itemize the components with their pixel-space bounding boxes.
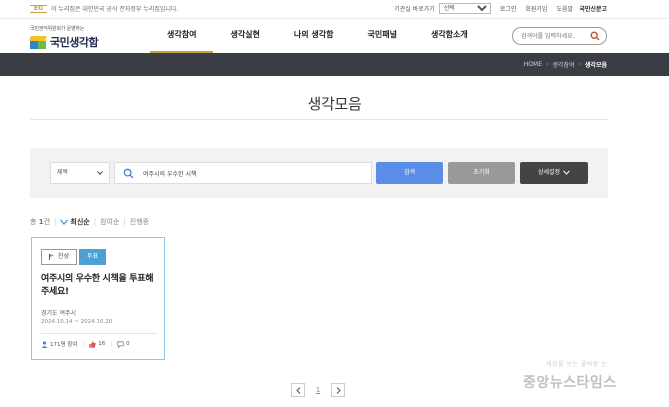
thumbs-up-icon <box>89 340 97 348</box>
keyword-field <box>114 162 372 184</box>
reset-button[interactable]: 초기화 <box>448 162 515 184</box>
search-icon <box>123 168 134 179</box>
search-type-select[interactable]: 제목 <box>50 162 110 184</box>
comment-icon <box>117 340 124 348</box>
keyword-input[interactable] <box>143 168 363 179</box>
nav-item-realize[interactable]: 생각실현 <box>213 19 276 53</box>
search-icon[interactable] <box>590 31 600 41</box>
person-icon <box>41 340 48 348</box>
detail-settings-button[interactable]: 상세설정 <box>520 162 588 184</box>
pagination: 1 <box>291 383 345 397</box>
card-divider <box>41 333 157 334</box>
title-divider <box>30 119 608 120</box>
search-type-value: 제목 <box>57 169 69 176</box>
chevron-right-icon: › <box>546 61 549 68</box>
related-sites-label: 기관실 바로가기 <box>394 6 435 13</box>
chevron-left-icon <box>296 387 301 394</box>
join-link[interactable]: 회원가입 <box>525 4 547 13</box>
breadcrumb-home[interactable]: HOME <box>524 61 542 68</box>
card-org: 경기도 여주시 <box>41 310 77 317</box>
prev-page-button[interactable] <box>291 383 305 397</box>
detail-settings-label: 상세설정 <box>537 169 561 176</box>
card-period: 2024.10.14 ~ 2024.10.20 <box>41 319 113 325</box>
sort-participation[interactable]: 참여순 <box>100 217 119 227</box>
comments-stat: 0 <box>117 340 130 348</box>
header-search-input[interactable] <box>521 31 589 41</box>
nav-item-panel[interactable]: 국민패널 <box>351 19 414 53</box>
gov-notice: EG 이 누리집은 대한민국 공식 전자정부 누리집입니다. <box>30 4 178 13</box>
logo-cube-icon <box>29 35 47 49</box>
breadcrumb: HOME › 생각참여 › 생각모음 <box>520 60 607 69</box>
page-number[interactable]: 1 <box>305 386 331 394</box>
egov-badge: EG <box>30 4 47 13</box>
card-stats: 171명 참여 | 16 | 0 <box>41 340 130 348</box>
logo-tagline: 국민권익위원회가 운영하는 <box>30 26 85 32</box>
watermark-logo: 중앙뉴스타임스 <box>523 375 617 391</box>
breadcrumb-level1[interactable]: 생각참여 <box>552 60 574 69</box>
watermark-slogan: 세상을 보는 올바른 눈 <box>546 361 608 368</box>
sort-ongoing[interactable]: 진행중 <box>130 217 149 227</box>
site-header: 국민권익위원회가 운영하는 국민생각함 생각참여 생각실현 나의 생각함 국민패… <box>0 19 669 53</box>
page-title: 생각모음 <box>307 95 362 113</box>
next-page-button[interactable] <box>331 383 345 397</box>
breadcrumb-current: 생각모음 <box>584 62 607 69</box>
search-button[interactable]: 검색 <box>376 162 443 184</box>
check-icon <box>60 219 69 225</box>
idea-card[interactable]: 찬성 투표 여주시의 우수한 시책을 투표해주세요! 경기도 여주시 2024.… <box>31 237 165 360</box>
chevron-down-icon <box>563 170 570 175</box>
nav-item-my[interactable]: 나의 생각함 <box>277 19 351 53</box>
sort-latest[interactable]: 최신순 <box>70 217 89 227</box>
status-badge: 찬성 <box>41 249 78 265</box>
main-nav: 생각참여 생각실현 나의 생각함 국민패널 생각함소개 <box>150 19 485 53</box>
participants-stat: 171명 참여 <box>41 340 77 348</box>
header-search <box>512 27 607 45</box>
utility-links: 기관실 바로가기 선택 로그인 회원가입 도움말 <box>385 3 573 14</box>
chevron-right-icon <box>336 387 341 394</box>
nav-item-participate[interactable]: 생각참여 <box>150 19 214 53</box>
search-panel: 제목 검색 초기화 상세설정 <box>30 148 608 198</box>
likes-stat: 16 <box>89 340 105 348</box>
utility-bar: EG 이 누리집은 대한민국 공식 전자정부 누리집입니다. 기관실 바로가기 … <box>0 0 669 19</box>
chevron-right-icon: › <box>578 61 581 68</box>
site-logo[interactable]: 국민권익위원회가 운영하는 국민생각함 <box>29 25 99 50</box>
card-tags: 찬성 투표 <box>41 249 107 265</box>
result-count: 총 1건 <box>30 218 51 226</box>
related-sites-select[interactable]: 선택 <box>438 3 491 14</box>
type-badge: 투표 <box>79 249 107 265</box>
logo-name: 국민생각함 <box>50 36 99 49</box>
nav-item-about[interactable]: 생각함소개 <box>414 19 485 53</box>
gov-notice-text: 이 누리집은 대한민국 공식 전자정부 누리집입니다. <box>51 6 179 13</box>
flag-icon <box>49 254 54 260</box>
card-title[interactable]: 여주시의 우수한 시책을 투표해주세요! <box>41 273 159 299</box>
shinmungo-link[interactable]: 국민신문고 <box>579 4 607 13</box>
chevron-down-icon <box>97 171 103 175</box>
help-link[interactable]: 도움말 <box>556 4 573 13</box>
sub-header-bar: HOME › 생각참여 › 생각모음 <box>0 53 669 76</box>
sort-bar: 총 1건 | 최신순 | 참여순 | 진행중 <box>30 217 150 227</box>
login-link[interactable]: 로그인 <box>500 4 517 13</box>
